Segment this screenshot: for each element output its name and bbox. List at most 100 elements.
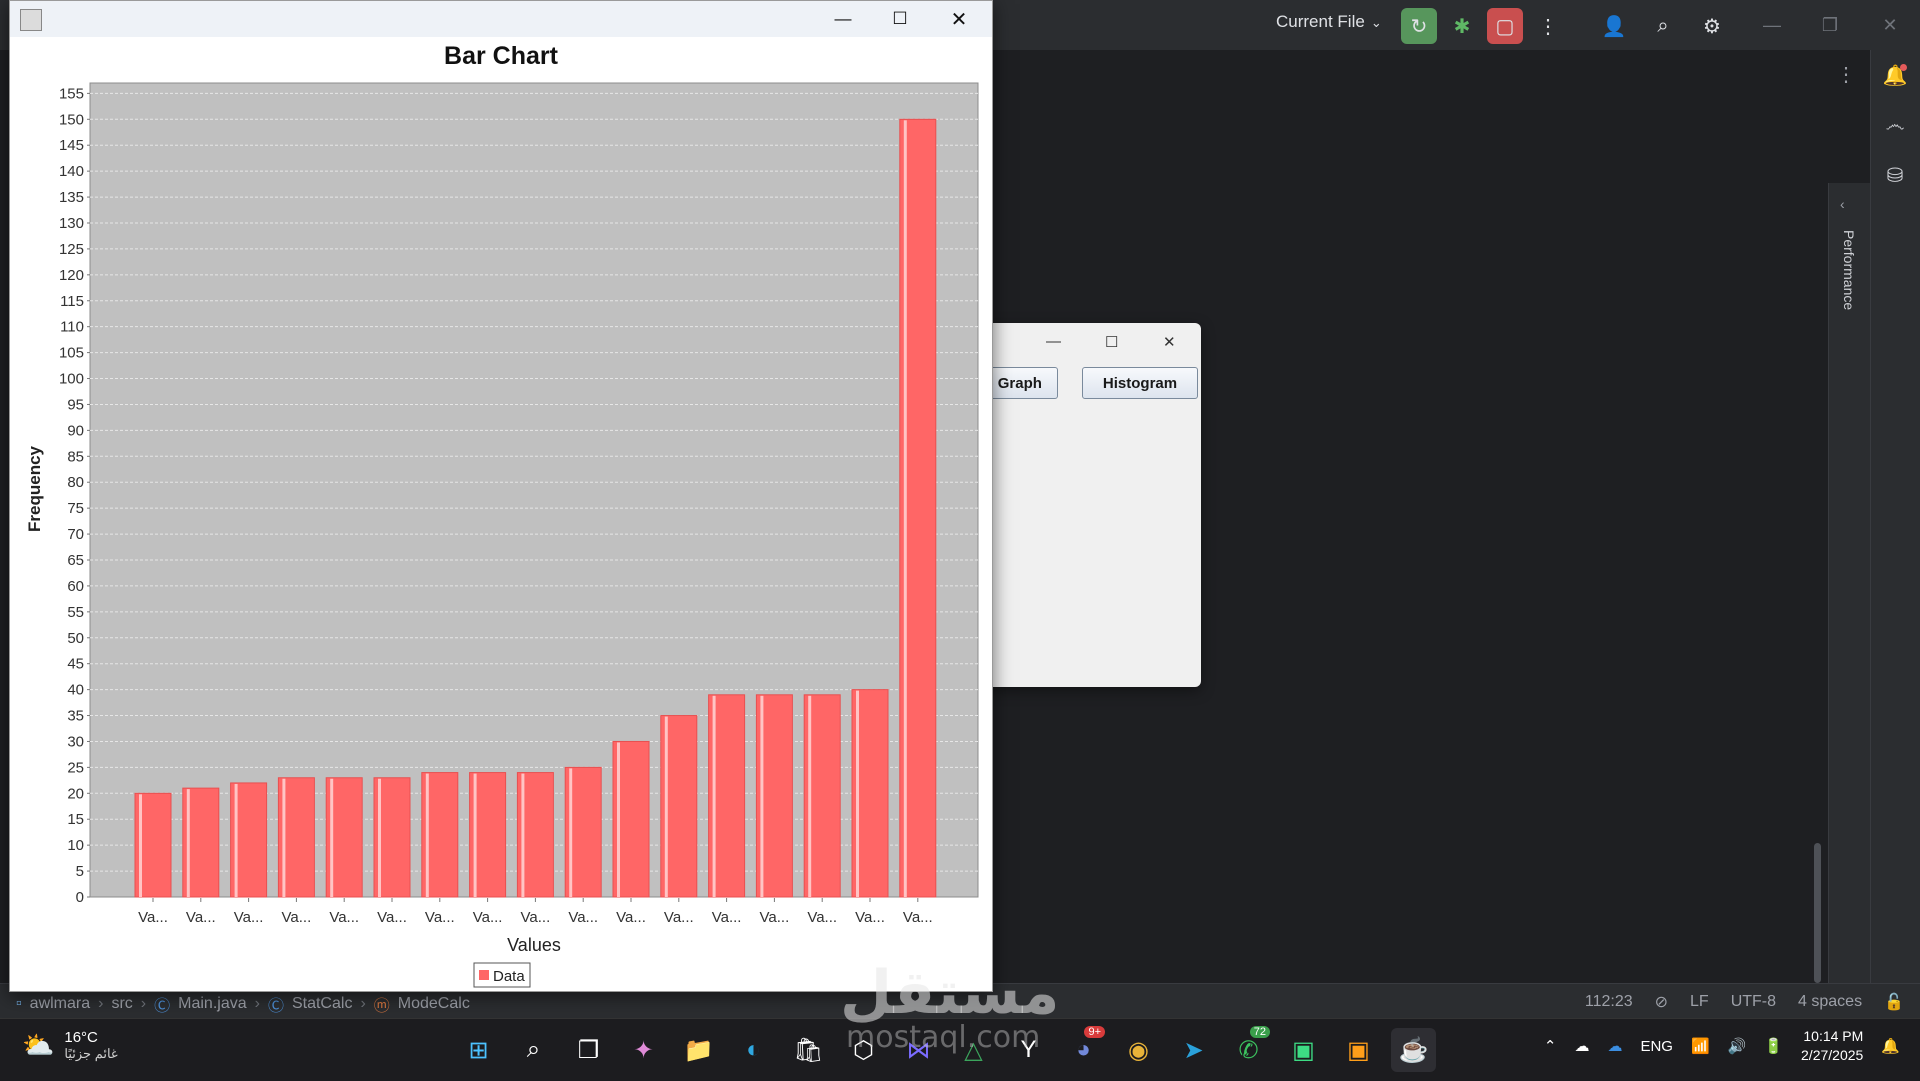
breadcrumb-item[interactable]: awlmara <box>30 995 90 1013</box>
line-separator[interactable]: LF <box>1690 993 1709 1011</box>
battery-icon[interactable]: 🔋 <box>1764 1037 1783 1055</box>
restore-icon[interactable]: ❐ <box>1810 10 1850 40</box>
bar-highlight <box>760 695 764 897</box>
file-explorer-icon[interactable]: 📁 <box>676 1028 721 1072</box>
chevron-right-icon: › <box>254 995 260 1012</box>
clion-icon[interactable]: ▣ <box>1281 1028 1326 1072</box>
telegram-icon[interactable]: ➤ <box>1171 1028 1216 1072</box>
close-icon[interactable]: ✕ <box>1163 333 1176 351</box>
bar-chart: Bar Chart 0 5 10 15 20 25 30 35 40 45 50 55 60 65 70 75… <box>25 42 979 988</box>
y-tick-label: 10 <box>67 837 84 854</box>
breadcrumb-item[interactable]: Main.java <box>178 995 246 1013</box>
maximize-icon[interactable]: ☐ <box>877 5 923 33</box>
stat-app-window: — ☐ ✕ ne Graph Histogram <box>980 323 1201 687</box>
minimize-icon[interactable]: — <box>1046 333 1061 350</box>
lock-icon[interactable]: 🔓 <box>1884 992 1904 1012</box>
run-config-selector[interactable]: Current File ⌄ <box>1276 12 1382 32</box>
clock[interactable]: 10:14 PM 2/27/2025 <box>1801 1027 1863 1065</box>
language-indicator[interactable]: ENG <box>1640 1038 1673 1055</box>
x-tick-label: Va... <box>807 909 837 926</box>
ai-assistant-icon[interactable]: ෴ <box>1880 110 1910 140</box>
maximize-icon[interactable]: ☐ <box>1105 333 1118 351</box>
caret-position[interactable]: 112:23 <box>1585 993 1633 1011</box>
chart-title: Bar Chart <box>444 42 559 70</box>
minimize-icon[interactable]: — <box>820 5 866 33</box>
bar-highlight <box>186 789 190 897</box>
y-tick-label: 155 <box>59 85 84 102</box>
run-icon[interactable]: ↻ <box>1401 8 1437 44</box>
more-options-icon[interactable]: ⋮ <box>1530 8 1566 44</box>
y-tick-label: 135 <box>59 189 84 206</box>
volume-icon[interactable]: 🔊 <box>1728 1037 1747 1055</box>
x-tick-label: Va... <box>855 909 885 926</box>
chrome-icon[interactable]: ◉ <box>1116 1028 1161 1072</box>
whatsapp-icon[interactable]: ✆ 72 <box>1226 1026 1271 1072</box>
y-tick-label: 115 <box>60 293 84 310</box>
discord-icon[interactable]: ◕ 9+ <box>1061 1026 1106 1072</box>
file-encoding[interactable]: UTF-8 <box>1731 993 1776 1011</box>
x-tick-label: Va... <box>377 909 407 926</box>
close-icon[interactable]: ✕ <box>936 5 982 33</box>
intellij-icon[interactable]: ▣ <box>1336 1028 1381 1072</box>
module-icon: ▫ <box>16 995 22 1012</box>
x-tick-label: Va... <box>616 909 646 926</box>
chevron-up-icon[interactable]: ⌃ <box>1544 1037 1557 1055</box>
gear-icon[interactable]: ⚙ <box>1694 8 1730 44</box>
y-tick-label: 25 <box>67 759 84 776</box>
y-tick-label: 80 <box>67 474 84 491</box>
close-icon[interactable]: ✕ <box>1870 10 1910 40</box>
bar-highlight <box>473 773 477 897</box>
cloud-icon[interactable]: ☁ <box>1574 1037 1589 1055</box>
java-app-icon[interactable]: ☕ <box>1391 1028 1436 1072</box>
database-icon[interactable]: ⛁ <box>1880 160 1910 190</box>
y-tick-label: 55 <box>67 604 84 621</box>
y-tick-label: 150 <box>59 111 84 128</box>
y-tick-label: 50 <box>67 630 84 647</box>
x-tick-label: Va... <box>712 909 742 926</box>
y-tick-label: 85 <box>67 448 84 465</box>
y-tick-label: 140 <box>59 163 84 180</box>
more-options-icon[interactable]: ⋮ <box>1836 62 1856 87</box>
editor-scrollbar[interactable] <box>1814 843 1821 983</box>
window-titlebar[interactable]: — ☐ ✕ <box>10 1 992 37</box>
add-user-icon[interactable]: 👤 <box>1596 8 1632 44</box>
y-tick-label: 95 <box>67 396 84 413</box>
histogram-button[interactable]: Histogram <box>1082 367 1198 399</box>
copilot-icon[interactable]: ✦ <box>621 1028 666 1072</box>
weather-widget[interactable]: ⛅ 16°C غائم جزئيًا <box>22 1029 118 1062</box>
bar-chart-window: — ☐ ✕ Bar Chart 0 5 10 15 20 25 30 35 40 45 50 55 60… <box>9 0 993 992</box>
inspection-icon[interactable]: ⊘ <box>1655 992 1668 1012</box>
indent-setting[interactable]: 4 spaces <box>1798 993 1862 1011</box>
breadcrumb-item[interactable]: src <box>111 995 132 1013</box>
search-icon[interactable]: ⌕ <box>1645 8 1681 44</box>
x-tick-label: Va... <box>138 909 168 926</box>
chevron-right-icon: › <box>98 995 104 1012</box>
class-icon: Ⓒ <box>154 998 171 1015</box>
stop-icon[interactable]: ▢ <box>1487 8 1523 44</box>
performance-panel-tab[interactable]: Performance <box>1828 230 1870 350</box>
bar-highlight <box>282 778 286 897</box>
clock-date: 2/27/2025 <box>1801 1047 1864 1063</box>
notification-bell-icon[interactable]: 🔔 <box>1881 1037 1900 1055</box>
x-tick-label: Va... <box>425 909 455 926</box>
breadcrumb-item[interactable]: StatCalc <box>292 995 352 1013</box>
system-tray: ⌃ ☁ ☁ ENG 📶 🔊 🔋 10:14 PM 2/27/2025 🔔 <box>1544 1027 1900 1065</box>
debug-icon[interactable]: ✱ <box>1444 8 1480 44</box>
search-icon[interactable]: ⌕ <box>511 1028 556 1072</box>
y-tick-label: 65 <box>67 552 84 569</box>
status-widgets: 112:23 ⊘ LF UTF-8 4 spaces 🔓 <box>1585 992 1904 1012</box>
whatsapp-badge: 72 <box>1249 1026 1270 1038</box>
chevron-left-icon[interactable]: ‹ <box>1840 196 1845 212</box>
breadcrumb-item[interactable]: ModeCalc <box>398 995 470 1013</box>
edge-browser-icon[interactable]: ◐ <box>731 1028 776 1072</box>
store-icon[interactable]: 🛍 <box>786 1028 831 1072</box>
task-view-icon[interactable]: ❐ <box>566 1028 611 1072</box>
x-tick-label: Va... <box>234 909 264 926</box>
windows-start-icon[interactable]: ⊞ <box>456 1028 501 1072</box>
onedrive-icon[interactable]: ☁ <box>1607 1037 1622 1055</box>
wifi-icon[interactable]: 📶 <box>1691 1037 1710 1055</box>
weather-temperature: 16°C <box>64 1029 98 1046</box>
minimize-icon[interactable]: — <box>1752 10 1792 40</box>
legend-swatch <box>479 970 489 980</box>
breadcrumb: ▫ awlmara › src › Ⓒ Main.java › Ⓒ StatCa… <box>16 992 470 1016</box>
